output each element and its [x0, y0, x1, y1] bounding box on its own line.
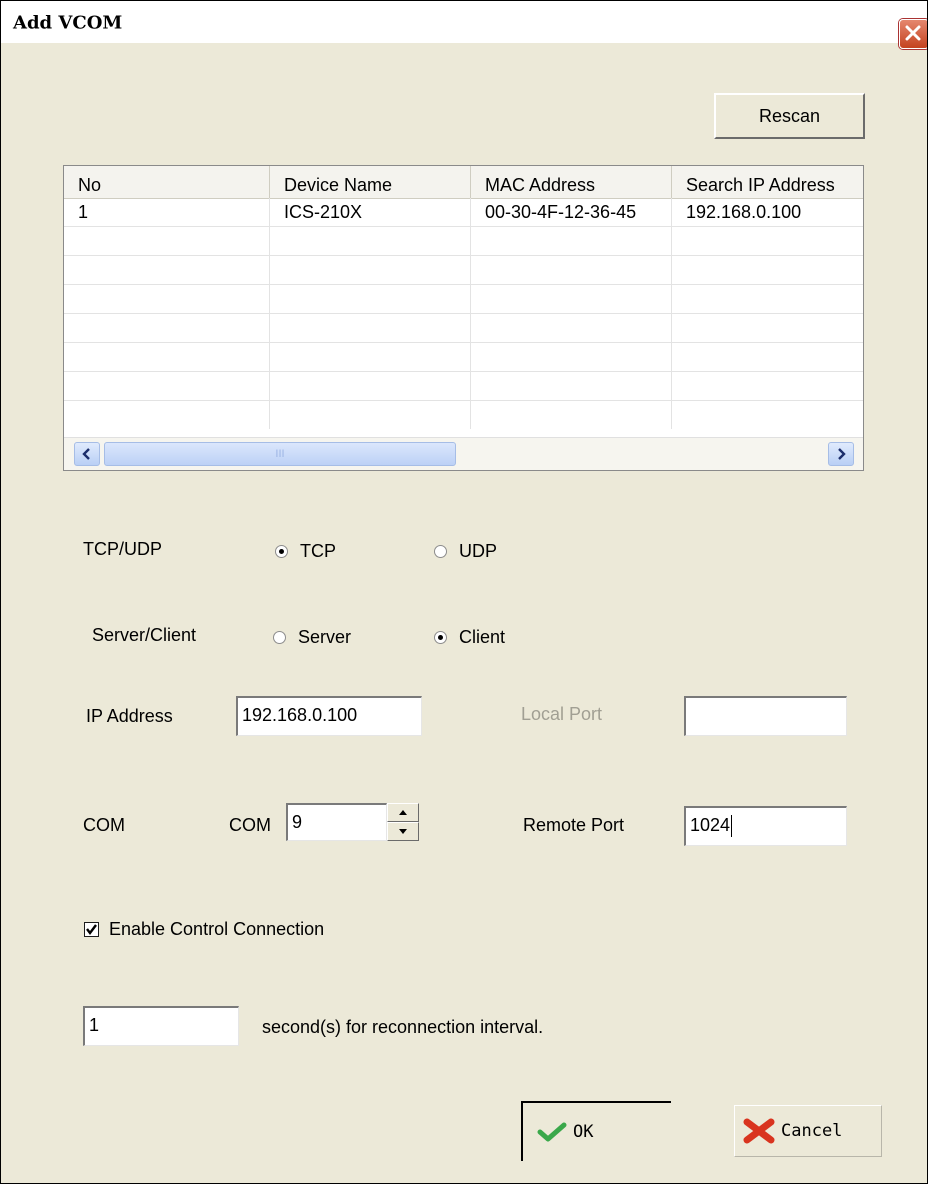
checkmark-icon	[537, 1122, 567, 1142]
scroll-left-button[interactable]	[74, 442, 100, 466]
cell-device-name: ICS-210X	[270, 198, 471, 226]
cell-mac-address: 00-30-4F-12-36-45	[471, 198, 672, 226]
column-mac-address[interactable]: MAC Address	[471, 166, 672, 198]
scroll-right-button[interactable]	[828, 442, 854, 466]
arrow-down-icon	[399, 829, 407, 834]
radio-indicator	[275, 545, 288, 558]
rescan-button[interactable]: Rescan	[714, 93, 865, 139]
table-row-empty	[64, 314, 863, 343]
table-row-empty	[64, 372, 863, 401]
device-list[interactable]: No Device Name MAC Address Search IP Add…	[63, 165, 864, 471]
chevron-left-icon	[82, 448, 90, 460]
column-search-ip-address[interactable]: Search IP Address	[672, 166, 863, 198]
local-port-label: Local Port	[521, 704, 603, 724]
radio-indicator	[434, 545, 447, 558]
table-row-empty	[64, 227, 863, 256]
checkbox-box	[84, 922, 99, 937]
check-icon	[86, 924, 97, 935]
title-bar: Add VCOM	[1, 1, 927, 49]
scroll-thumb[interactable]: III	[104, 442, 456, 466]
table-row[interactable]: 1 ICS-210X 00-30-4F-12-36-45 192.168.0.1…	[64, 198, 863, 227]
com-prefix-label: COM	[229, 815, 271, 835]
com-port-input[interactable]: 9	[286, 803, 387, 841]
radio-client-label: Client	[459, 627, 506, 647]
radio-indicator	[273, 631, 286, 644]
reconnect-interval-input[interactable]: 1	[83, 1006, 239, 1046]
ip-address-label: IP Address	[86, 706, 173, 726]
radio-server-label: Server	[298, 627, 352, 647]
ok-label: OK	[573, 1122, 594, 1142]
com-port-stepper[interactable]	[387, 803, 419, 841]
table-row-empty	[64, 401, 863, 429]
close-icon	[905, 25, 921, 41]
dialog-title: Add VCOM	[13, 12, 123, 34]
column-device-name[interactable]: Device Name	[270, 166, 471, 198]
radio-udp-label: UDP	[459, 541, 498, 561]
stepper-up-button[interactable]	[387, 803, 419, 822]
enable-control-connection-checkbox[interactable]: Enable Control Connection	[84, 919, 324, 940]
table-row-empty	[64, 256, 863, 285]
column-no[interactable]: No	[64, 166, 270, 198]
remote-port-value: 1024	[690, 815, 731, 835]
radio-client[interactable]: Client	[434, 627, 505, 648]
radio-server[interactable]: Server	[273, 627, 351, 648]
add-vcom-dialog: Add VCOM Rescan No Device Name MAC Addre…	[0, 0, 928, 1184]
radio-tcp[interactable]: TCP	[275, 541, 336, 562]
radio-udp[interactable]: UDP	[434, 541, 497, 562]
table-row-empty	[64, 343, 863, 372]
remote-port-label: Remote Port	[523, 815, 625, 835]
local-port-input[interactable]	[684, 696, 847, 736]
chevron-right-icon	[838, 448, 846, 460]
text-caret	[731, 815, 733, 838]
horizontal-scrollbar[interactable]: III	[64, 437, 863, 470]
close-button[interactable]	[899, 19, 927, 49]
cell-search-ip: 192.168.0.100	[672, 198, 863, 226]
ip-address-input[interactable]: 192.168.0.100	[236, 696, 422, 736]
tcp-udp-label: TCP/UDP	[83, 539, 163, 559]
cancel-x-icon	[743, 1118, 775, 1144]
radio-indicator	[434, 631, 447, 644]
radio-tcp-label: TCP	[300, 541, 336, 561]
scroll-grip: III	[275, 448, 285, 460]
device-list-header: No Device Name MAC Address Search IP Add…	[64, 166, 863, 199]
arrow-up-icon	[399, 810, 407, 815]
table-row-empty	[64, 285, 863, 314]
cell-no: 1	[64, 198, 270, 226]
remote-port-input[interactable]: 1024	[684, 806, 847, 846]
stepper-down-button[interactable]	[387, 822, 419, 841]
reconnect-interval-label: second(s) for reconnection interval.	[262, 1017, 544, 1037]
com-label: COM	[83, 815, 125, 835]
cancel-button[interactable]: Cancel	[734, 1105, 882, 1157]
server-client-label: Server/Client	[92, 625, 197, 645]
ok-button[interactable]: OK	[521, 1101, 671, 1161]
cancel-label: Cancel	[781, 1121, 843, 1141]
enable-control-connection-label: Enable Control Connection	[109, 919, 325, 939]
